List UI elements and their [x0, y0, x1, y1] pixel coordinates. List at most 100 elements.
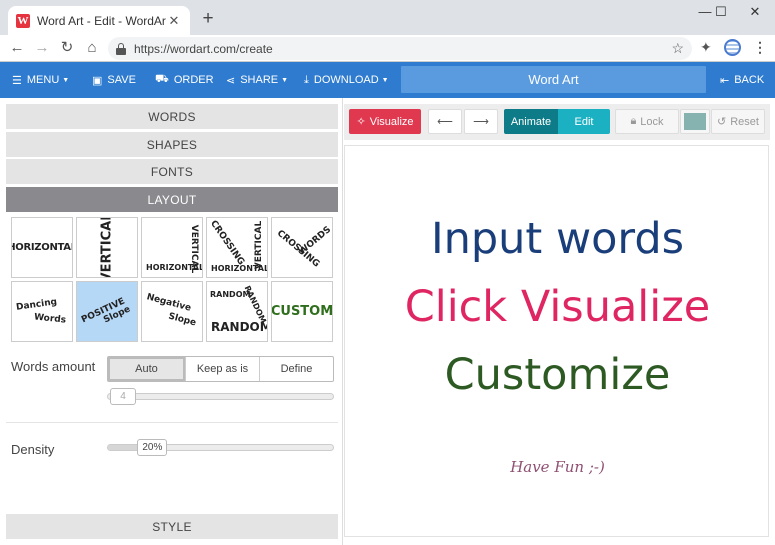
- order-button[interactable]: ⛟ ORDER: [155, 62, 214, 98]
- words-amount-handle[interactable]: 4: [110, 388, 136, 405]
- canvas-line-have-fun: Have Fun ;-): [510, 458, 605, 476]
- layout-dancing[interactable]: Dancing Words: [11, 281, 73, 342]
- words-amount-define[interactable]: Define: [259, 357, 333, 381]
- layout-negative-slope[interactable]: Negative Slope: [141, 281, 203, 342]
- layout-crossing[interactable]: Crossing Vertical Horizontal: [206, 217, 268, 278]
- tile-word: Horizontal: [211, 264, 268, 273]
- wordart-title-field[interactable]: Word Art: [401, 66, 706, 93]
- cart-icon: ⛟: [155, 73, 169, 85]
- section-shapes[interactable]: SHAPES: [6, 132, 338, 157]
- layout-positive-slope[interactable]: Positive Slope: [76, 281, 138, 342]
- words-amount-auto[interactable]: Auto: [108, 357, 185, 381]
- layout-vertical-horizontal[interactable]: Vertical Horizontal: [141, 217, 203, 278]
- color-chip: [684, 113, 706, 130]
- download-label: DOWNLOAD: [313, 74, 379, 86]
- words-amount-segmented: Auto Keep as is Define: [107, 356, 334, 382]
- tile-word: Crossing: [207, 218, 247, 268]
- address-bar[interactable]: https://wordart.com/create ☆: [108, 37, 692, 60]
- browser-tab[interactable]: W Word Art - Edit - WordArt.com ✕: [8, 6, 190, 35]
- tile-word: Vertical: [99, 217, 115, 278]
- hamburger-icon: ☰: [12, 74, 22, 87]
- tile-word: Negative: [145, 292, 193, 314]
- floppy-disk-icon: ▣: [92, 74, 103, 87]
- divider: [6, 422, 338, 423]
- order-label: ORDER: [173, 74, 214, 86]
- layout-crossing-words[interactable]: Crossing Words: [271, 217, 333, 278]
- browser-tab-bar: W Word Art - Edit - WordArt.com ✕ + — ☐ …: [0, 0, 775, 35]
- section-layout[interactable]: LAYOUT: [6, 187, 338, 212]
- caret-down-icon: ▼: [62, 76, 70, 84]
- density-label: Density: [11, 442, 55, 457]
- extensions-icon[interactable]: ✦: [700, 39, 712, 56]
- url-text[interactable]: https://wordart.com/create: [134, 42, 671, 56]
- layout-custom[interactable]: Custom: [271, 281, 333, 342]
- reset-icon: ↺: [717, 116, 727, 128]
- editor-toolbar: ✧ Visualize ⟵ ⟶ Animate Edit 🔒︎ Lock ↺ R…: [344, 104, 770, 140]
- redo-icon: ⟶: [473, 116, 489, 128]
- canvas-line-click-visualize: Click Visualize: [404, 282, 711, 332]
- padlock-icon: 🔒︎: [630, 115, 637, 127]
- tile-word: Words: [297, 224, 333, 258]
- layout-horizontal[interactable]: Horizontal: [11, 217, 73, 278]
- back-button[interactable]: ⇤ BACK: [720, 62, 764, 98]
- download-button[interactable]: ⤓ DOWNLOAD ▼: [304, 62, 389, 98]
- share-button[interactable]: ⋖ SHARE ▼: [226, 62, 288, 98]
- home-icon[interactable]: ⌂: [83, 38, 101, 58]
- back-label: BACK: [734, 74, 765, 86]
- exit-icon: ⇤: [720, 74, 730, 87]
- section-words[interactable]: WORDS: [6, 104, 338, 129]
- tab-close-icon[interactable]: ✕: [166, 13, 182, 29]
- tile-word: Vertical: [254, 220, 265, 270]
- background-color-swatch[interactable]: [680, 109, 710, 134]
- browser-nav-bar: ← → ↻ ⌂ https://wordart.com/create ☆ ✦ ⋮: [0, 35, 775, 62]
- wordart-canvas[interactable]: Input words Click Visualize Customize Ha…: [344, 145, 769, 537]
- canvas-line-input-words: Input words: [430, 214, 685, 264]
- density-handle[interactable]: 20%: [137, 439, 168, 456]
- caret-down-icon: ▼: [281, 76, 289, 84]
- undo-icon: ⟵: [437, 116, 453, 128]
- lock-button[interactable]: 🔒︎ Lock: [615, 109, 679, 134]
- left-panel: WORDS SHAPES FONTS LAYOUT Horizontal Ver…: [0, 98, 343, 545]
- visualize-button[interactable]: ✧ Visualize: [349, 109, 421, 134]
- section-fonts[interactable]: FONTS: [6, 159, 338, 184]
- words-amount-slider[interactable]: [107, 393, 334, 400]
- new-tab-icon[interactable]: +: [198, 8, 218, 30]
- reset-button[interactable]: ↺ Reset: [711, 109, 765, 134]
- tile-word: Words: [33, 312, 67, 326]
- share-label: SHARE: [240, 74, 279, 86]
- edit-tab[interactable]: Edit: [558, 109, 610, 134]
- layout-random[interactable]: Random Random Random: [206, 281, 268, 342]
- share-icon: ⋖: [226, 74, 236, 87]
- words-amount-keep[interactable]: Keep as is: [185, 357, 259, 381]
- menu-button[interactable]: ☰ MENU ▼: [12, 62, 69, 98]
- menu-label: MENU: [26, 74, 60, 86]
- tile-word: Random: [211, 320, 268, 334]
- wordart-favicon-icon: W: [16, 13, 30, 28]
- section-style[interactable]: STYLE: [6, 514, 338, 539]
- bookmark-star-icon[interactable]: ☆: [671, 40, 684, 57]
- browser-menu-icon[interactable]: ⋮: [753, 39, 767, 56]
- layout-vertical[interactable]: Vertical: [76, 217, 138, 278]
- undo-button[interactable]: ⟵: [428, 109, 462, 134]
- tile-word: Custom: [271, 304, 333, 319]
- save-button[interactable]: ▣ SAVE: [92, 62, 136, 98]
- lock-icon: [116, 42, 126, 55]
- tile-word: Dancing: [15, 297, 58, 313]
- caret-down-icon: ▼: [381, 76, 389, 84]
- visualize-label: Visualize: [369, 115, 414, 128]
- forward-arrow-icon[interactable]: →: [33, 38, 51, 58]
- profile-avatar[interactable]: [724, 39, 741, 56]
- reset-label: Reset: [730, 115, 759, 128]
- magic-wand-icon: ✧: [356, 116, 366, 128]
- words-amount-label: Words amount: [11, 359, 96, 374]
- tile-word: Slope: [167, 311, 198, 329]
- maximize-icon[interactable]: ☐: [706, 3, 736, 21]
- animate-tab[interactable]: Animate: [504, 109, 558, 134]
- tile-word: Random: [242, 284, 268, 325]
- reload-icon[interactable]: ↻: [58, 38, 76, 58]
- download-icon: ⤓: [304, 73, 309, 86]
- close-window-icon[interactable]: ✕: [740, 3, 770, 21]
- back-arrow-icon[interactable]: ←: [8, 38, 26, 58]
- tab-title: Word Art - Edit - WordArt.com: [37, 13, 166, 28]
- redo-button[interactable]: ⟶: [464, 109, 498, 134]
